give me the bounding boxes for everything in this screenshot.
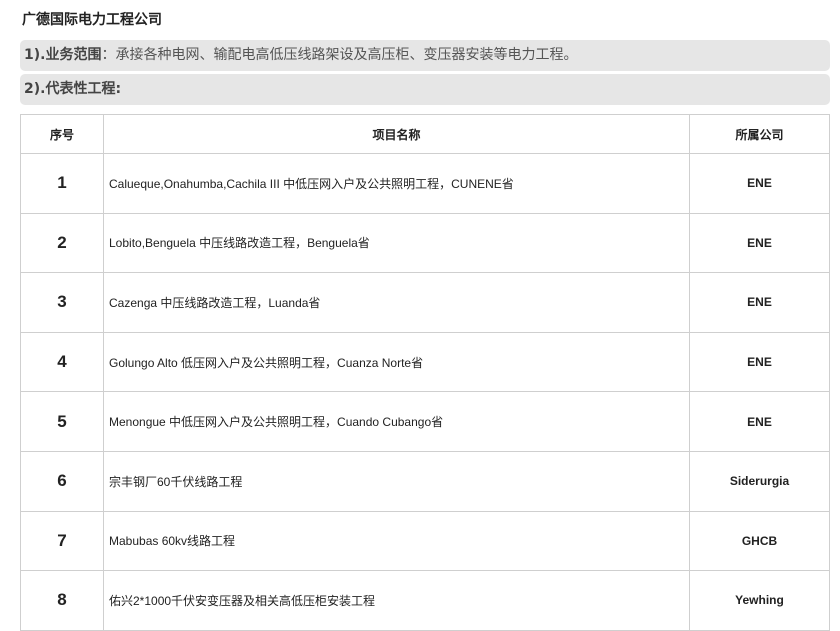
row-company: ENE: [689, 153, 830, 214]
row-company: Siderurgia: [689, 450, 830, 512]
row-company: ENE: [689, 331, 830, 393]
column-header-number: 序号: [20, 114, 104, 154]
row-number: 2: [20, 212, 104, 274]
table-row: 2 Lobito,Benguela 中压线路改造工程，Benguela省 ENE: [20, 212, 830, 274]
table-header-row: 序号 项目名称 所属公司: [20, 114, 830, 154]
row-number: 3: [20, 272, 104, 333]
row-number: 4: [20, 331, 104, 393]
business-scope-text: ：承接各种电网、输配电高低压线路架设及高压柜、变压器安装等电力工程。: [101, 47, 578, 63]
row-company: ENE: [689, 272, 830, 333]
table-row: 8 佑兴2*1000千伏安变压器及相关高低压柜安装工程 Yewhing: [20, 570, 830, 631]
row-project-name: Mabubas 60kv线路工程: [103, 510, 690, 572]
page-title: 广德国际电力工程公司: [22, 12, 162, 28]
projects-table: 序号 项目名称 所属公司 1 Calueque,Onahumba,Cachila…: [20, 114, 830, 631]
row-project-name: Lobito,Benguela 中压线路改造工程，Benguela省: [103, 212, 690, 274]
row-company: ENE: [689, 212, 830, 274]
row-company: Yewhing: [689, 570, 830, 631]
row-project-name: Calueque,Onahumba,Cachila III 中低压网入户及公共照…: [103, 153, 690, 214]
business-scope-label: 1).业务范围: [24, 47, 102, 63]
column-header-project-name: 项目名称: [103, 114, 690, 154]
row-company: GHCB: [689, 510, 830, 572]
row-project-name: 宗丰钢厂60千伏线路工程: [103, 450, 690, 512]
row-number: 6: [20, 450, 104, 512]
table-row: 1 Calueque,Onahumba,Cachila III 中低压网入户及公…: [20, 153, 830, 214]
row-project-name: Golungo Alto 低压网入户及公共照明工程，Cuanza Norte省: [103, 331, 690, 393]
row-number: 8: [20, 570, 104, 631]
row-number: 1: [20, 153, 104, 214]
row-project-name: 佑兴2*1000千伏安变压器及相关高低压柜安装工程: [103, 570, 690, 631]
projects-heading-bar: 2).代表性工程:: [20, 74, 830, 105]
row-number: 7: [20, 510, 104, 572]
column-header-company: 所属公司: [689, 114, 830, 154]
table-row: 3 Cazenga 中压线路改造工程，Luanda省 ENE: [20, 272, 830, 333]
row-number: 5: [20, 391, 104, 452]
row-project-name: Cazenga 中压线路改造工程，Luanda省: [103, 272, 690, 333]
table-row: 7 Mabubas 60kv线路工程 GHCB: [20, 510, 830, 572]
row-project-name: Menongue 中低压网入户及公共照明工程，Cuando Cubango省: [103, 391, 690, 452]
business-scope-bar: 1).业务范围：承接各种电网、输配电高低压线路架设及高压柜、变压器安装等电力工程…: [20, 40, 830, 71]
table-row: 4 Golungo Alto 低压网入户及公共照明工程，Cuanza Norte…: [20, 331, 830, 393]
table-row: 5 Menongue 中低压网入户及公共照明工程，Cuando Cubango省…: [20, 391, 830, 452]
projects-heading-label: 2).代表性工程:: [24, 81, 122, 97]
row-company: ENE: [689, 391, 830, 452]
table-row: 6 宗丰钢厂60千伏线路工程 Siderurgia: [20, 450, 830, 512]
